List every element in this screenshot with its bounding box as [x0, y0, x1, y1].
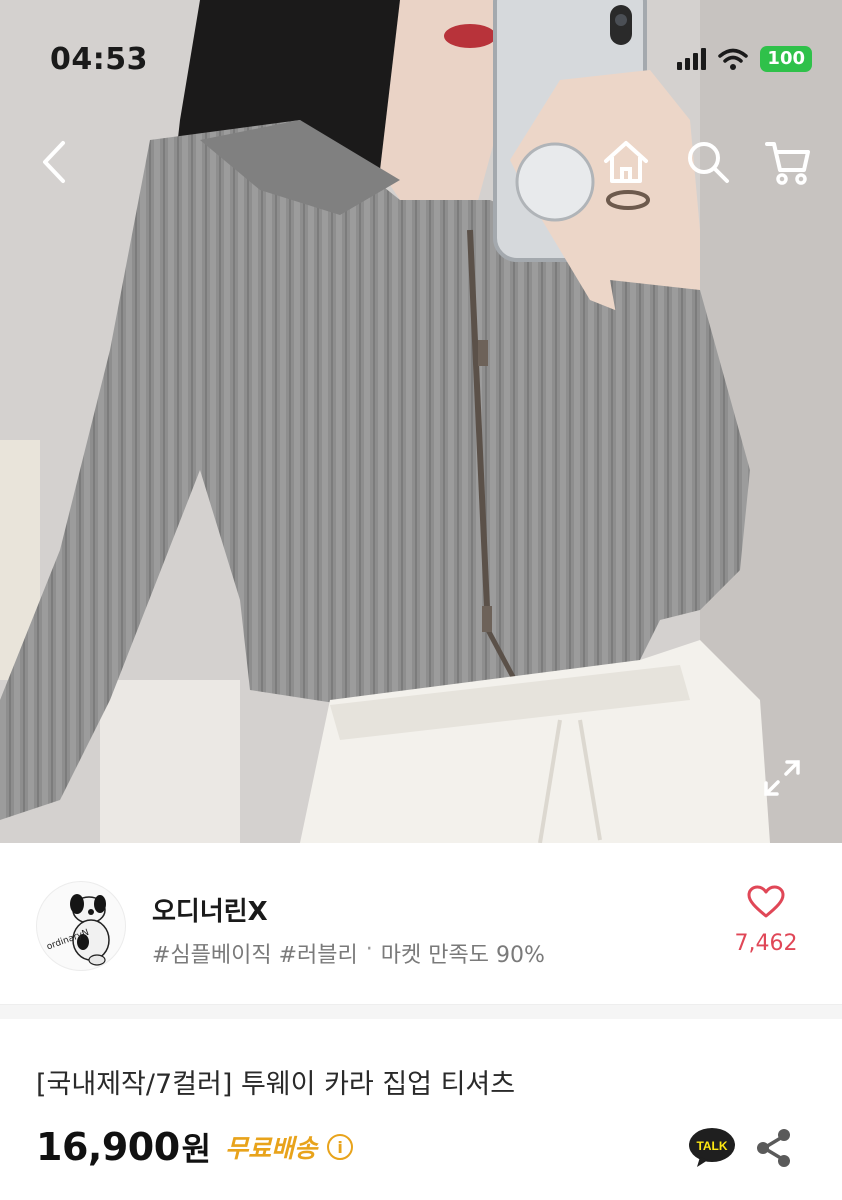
free-shipping-badge: 무료배송	[225, 1134, 318, 1163]
talk-button[interactable]: TALK	[688, 1126, 736, 1168]
back-button[interactable]	[28, 136, 80, 188]
shop-name[interactable]: 오디너린X	[152, 891, 268, 928]
status-time: 04:53	[50, 42, 148, 77]
product-image[interactable]	[0, 0, 842, 843]
price-currency: 원	[181, 1130, 212, 1168]
talk-label: TALK	[696, 1139, 727, 1153]
shop-info[interactable]: ordinaryN 오디너린X #심플베이직 #러블리 · 마켓 만족도 90%…	[0, 843, 842, 1005]
search-button[interactable]	[682, 136, 734, 188]
signal-icon	[677, 48, 707, 70]
back-icon	[43, 141, 65, 183]
home-button[interactable]	[600, 136, 652, 188]
battery-icon: 100	[760, 46, 812, 72]
heart-icon	[747, 885, 785, 918]
wifi-icon	[718, 48, 749, 70]
price-row: 16,900 원 무료배송 i	[36, 1124, 354, 1170]
share-button[interactable]	[752, 1126, 796, 1170]
shop-meta: #심플베이직 #러블리 · 마켓 만족도 90%	[152, 937, 545, 969]
shop-tags: #심플베이직 #러블리	[152, 943, 358, 968]
shop-avatar[interactable]: ordinaryN	[36, 881, 126, 971]
like-count: 7,462	[734, 931, 798, 956]
shop-satisfaction: 마켓 만족도 90%	[380, 943, 545, 968]
status-indicators: 100	[677, 46, 812, 72]
expand-icon	[764, 760, 800, 796]
search-icon	[688, 142, 729, 183]
home-icon	[604, 141, 648, 183]
like-button[interactable]: 7,462	[726, 885, 806, 956]
talk-icon: TALK	[689, 1128, 735, 1167]
expand-image-button[interactable]	[758, 754, 806, 802]
share-icon	[757, 1129, 790, 1167]
info-icon[interactable]: i	[327, 1134, 354, 1160]
meta-separator: ·	[365, 937, 373, 962]
cart-icon	[765, 142, 810, 185]
cart-button[interactable]	[762, 136, 814, 188]
product-photo-illustration	[0, 0, 842, 843]
shop-logo: ordinaryN	[45, 894, 110, 966]
section-divider	[0, 1005, 842, 1019]
product-price: 16,900	[36, 1125, 180, 1169]
product-title: [국내제작/7컬러] 투웨이 카라 집업 티셔츠	[36, 1069, 516, 1100]
